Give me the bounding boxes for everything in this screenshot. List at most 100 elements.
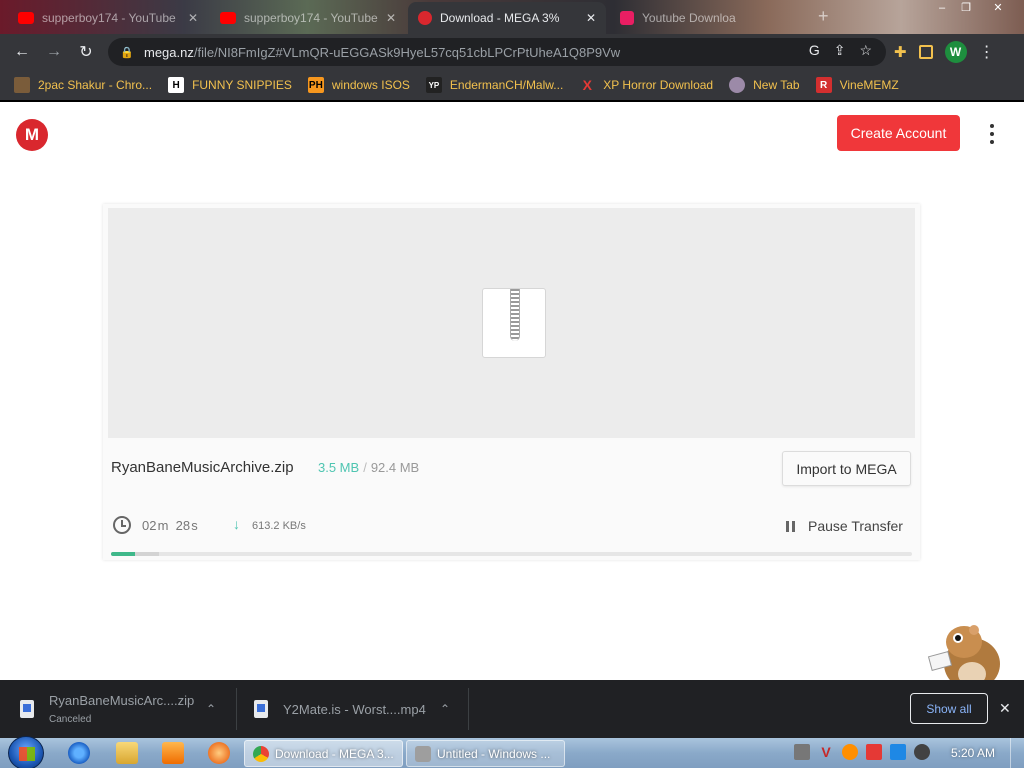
chevron-up-icon[interactable]: ⌃ <box>206 702 216 716</box>
download-shelf: RyanBaneMusicArc....zip Canceled ⌃ Y2Mat… <box>0 680 1024 738</box>
close-icon[interactable]: ✕ <box>586 11 596 25</box>
paint-window-icon <box>415 745 431 762</box>
tray-app-icon[interactable] <box>794 744 810 760</box>
tab-mega-download[interactable]: Download - MEGA 3% ✕ <box>408 2 606 34</box>
taskbar-chrome-window[interactable]: Download - MEGA 3... <box>244 740 403 767</box>
download-item-text: Y2Mate.is - Worst....mp4 <box>283 702 426 717</box>
time-remaining: 02 m 28 s <box>142 518 198 533</box>
show-all-button[interactable]: Show all <box>910 693 988 724</box>
internet-explorer-icon[interactable] <box>68 742 90 764</box>
close-shelf-icon[interactable]: ✕ <box>999 700 1011 717</box>
size-separator: / <box>363 460 367 475</box>
url-host: mega.nz <box>144 44 194 60</box>
time-seconds: 28 <box>175 518 191 533</box>
taskbar-window-title: Untitled - Windows ... <box>437 746 551 761</box>
profile-avatar[interactable]: W <box>944 41 967 63</box>
pause-icon[interactable] <box>786 521 795 532</box>
create-account-button[interactable]: Create Account <box>837 115 960 151</box>
close-icon[interactable]: ✕ <box>188 11 198 25</box>
pile-icon <box>14 77 30 93</box>
download-name: Y2Mate.is - Worst....mp4 <box>283 701 426 717</box>
back-icon[interactable]: ← <box>6 36 38 68</box>
bookmark-windows-isos[interactable]: PH windows ISOS <box>307 77 410 93</box>
tray-flag-icon[interactable] <box>866 744 882 760</box>
zip-file-icon <box>482 288 546 358</box>
window-close-icon[interactable]: ✕ <box>986 0 1010 16</box>
tab-title: supperboy174 - YouTube <box>244 11 378 25</box>
tab-youtube-1[interactable]: supperboy174 - YouTube ✕ <box>8 2 208 34</box>
close-icon[interactable]: ✕ <box>386 11 396 25</box>
chevron-up-icon[interactable]: ⌃ <box>440 702 450 716</box>
google-icon[interactable]: G <box>809 42 820 59</box>
bookmark-funny-snippies[interactable]: H FUNNY SNIPPIES <box>168 77 292 93</box>
reload-icon[interactable]: ↻ <box>70 36 102 68</box>
clock-icon <box>113 516 131 534</box>
ph-logo-icon: PH <box>307 77 324 93</box>
paint-icon[interactable] <box>208 742 230 764</box>
bookmark-xp-horror[interactable]: X XP Horror Download <box>579 77 714 93</box>
bookmark-label: VineMEMZ <box>839 78 899 92</box>
start-button[interactable] <box>8 736 44 768</box>
taskbar-notepad-window[interactable]: Untitled - Windows ... <box>406 740 565 767</box>
windows-taskbar: Download - MEGA 3... Untitled - Windows … <box>0 736 1024 768</box>
download-site-icon <box>620 11 634 25</box>
r-logo-icon: R <box>815 77 832 93</box>
tab-title: supperboy174 - YouTube <box>42 11 176 25</box>
mega-logo[interactable]: M <box>16 119 48 151</box>
tray-search-icon[interactable] <box>842 744 858 760</box>
address-bar[interactable]: 🔒 mega.nz /file/NI8FmIgZ#VLmQR-uEGGASk9H… <box>108 38 886 66</box>
import-to-mega-button[interactable]: Import to MEGA <box>782 451 911 486</box>
bookmark-label: windows ISOS <box>331 78 410 92</box>
extensions-icon[interactable]: ✚ <box>894 43 907 61</box>
bookmark-star-icon[interactable]: ☆ <box>859 42 872 59</box>
taskbar-window-title: Download - MEGA 3... <box>275 746 394 761</box>
progress-buffer <box>135 552 160 556</box>
bookmark-label: 2pac Shakur - Chro... <box>38 78 153 92</box>
downloaded-size: 3.5 MB <box>318 460 360 475</box>
show-desktop-button[interactable] <box>1010 738 1024 768</box>
new-tab-icon[interactable]: + <box>818 6 829 27</box>
divider <box>468 688 469 730</box>
bookmark-label: XP Horror Download <box>603 78 714 92</box>
bookmark-new-tab[interactable]: New Tab <box>729 77 800 93</box>
side-panel-icon[interactable] <box>918 45 933 59</box>
file-name: RyanBaneMusicArchive.zip <box>111 459 294 476</box>
x-logo-icon: X <box>582 77 592 93</box>
mega-icon <box>418 11 432 25</box>
tab-youtube-2[interactable]: supperboy174 - YouTube ✕ <box>210 2 406 34</box>
tray-volume-icon[interactable] <box>914 744 930 760</box>
bookmarks-bar: 2pac Shakur - Chro... H FUNNY SNIPPIES P… <box>0 70 1024 100</box>
share-icon[interactable]: ⇪ <box>834 42 846 59</box>
zip-file-icon <box>20 700 34 718</box>
tab-strip: supperboy174 - YouTube ✕ supperboy174 - … <box>0 0 1024 34</box>
taskbar-clock[interactable]: 5:20 AM <box>951 746 995 760</box>
minimize-icon[interactable]: ‒ <box>930 0 954 16</box>
bookmark-label: FUNNY SNIPPIES <box>192 78 292 92</box>
more-menu-icon[interactable] <box>984 124 1000 144</box>
forward-icon[interactable]: → <box>38 36 70 68</box>
bookmark-endermanch[interactable]: YP EndermanCH/Malw... <box>425 77 563 93</box>
file-size: 3.5 MB/92.4 MB <box>318 460 419 475</box>
tray-v-icon[interactable]: V <box>818 744 834 760</box>
download-arrow-icon: ↓ <box>233 516 240 532</box>
download-item-zip[interactable]: RyanBaneMusicArc....zip Canceled ⌃ <box>0 680 232 738</box>
zipper-icon <box>510 289 520 341</box>
time-minutes: 02 <box>142 518 157 533</box>
video-file-icon <box>254 700 268 718</box>
chrome-menu-icon[interactable]: ⋮ <box>979 42 995 62</box>
youtube-icon <box>18 12 34 24</box>
browser-toolbar: ← → ↻ 🔒 mega.nz /file/NI8FmIgZ#VLmQR-uEG… <box>0 34 1024 70</box>
tab-youtube-downloader[interactable]: Youtube Downloa <box>610 2 810 34</box>
tray-network-icon[interactable] <box>890 744 906 760</box>
bookmark-vinememz[interactable]: R VineMEMZ <box>815 77 899 93</box>
download-card: RyanBaneMusicArchive.zip 3.5 MB/92.4 MB … <box>103 204 920 560</box>
maximize-icon[interactable]: ❐ <box>954 0 978 16</box>
lock-icon: 🔒 <box>120 46 134 59</box>
file-explorer-icon[interactable] <box>116 742 138 764</box>
pause-transfer-button[interactable]: Pause Transfer <box>808 518 903 534</box>
bookmark-2pac[interactable]: 2pac Shakur - Chro... <box>14 77 152 93</box>
download-status: Canceled <box>49 714 92 725</box>
time-seconds-unit: s <box>191 518 198 533</box>
download-item-mp4[interactable]: Y2Mate.is - Worst....mp4 ⌃ <box>234 680 466 738</box>
media-player-icon[interactable] <box>162 742 184 764</box>
